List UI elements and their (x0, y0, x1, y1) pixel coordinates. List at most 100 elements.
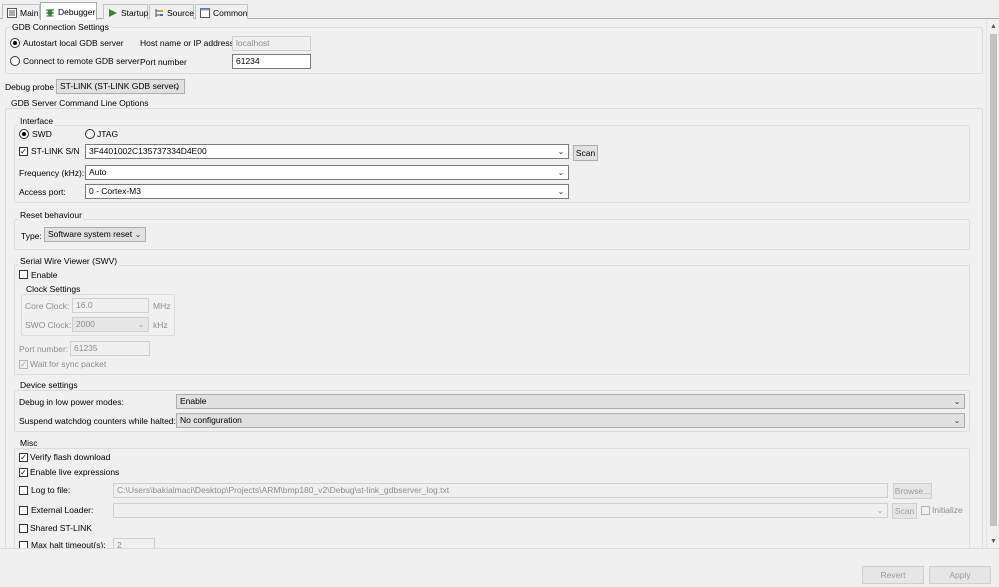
watchdog-select[interactable]: No configuration ⌄ (176, 413, 965, 428)
chevron-down-icon: ⌄ (173, 82, 181, 91)
swv-enable-label: Enable (31, 270, 58, 280)
low-power-select[interactable]: Enable ⌄ (176, 394, 965, 409)
max-halt-checkbox[interactable] (19, 541, 28, 548)
chevron-down-icon: ⌄ (557, 147, 565, 156)
browse-button[interactable]: Browse... (893, 483, 932, 499)
remote-radio[interactable] (10, 56, 20, 66)
low-power-label: Debug in low power modes: (19, 397, 124, 407)
shared-stlink-label: Shared ST-LINK (30, 523, 92, 533)
live-expressions-label: Enable live expressions (30, 467, 120, 477)
debug-probe-label: Debug probe (5, 82, 55, 92)
bottom-button-bar: Revert Apply (0, 548, 999, 587)
max-halt-label: Max halt timeout(s): (31, 540, 106, 548)
vertical-scrollbar[interactable]: ▲ ▼ (986, 20, 999, 548)
scrollbar-thumb[interactable] (990, 34, 997, 526)
reset-type-select[interactable]: Software system reset ⌄ (44, 227, 146, 242)
external-loader-select[interactable]: ⌄ (113, 503, 888, 518)
log-file-input[interactable]: C:\Users\bakialmaci\Desktop\Projects\ARM… (113, 483, 888, 498)
tab-common[interactable]: Common (195, 4, 248, 19)
clock-settings-title: Clock Settings (24, 284, 83, 294)
source-lookup-icon (154, 8, 164, 18)
access-port-label: Access port: (19, 187, 66, 197)
max-halt-input[interactable]: 2 (113, 538, 155, 548)
scroll-up-icon[interactable]: ▲ (987, 20, 999, 33)
port-input[interactable]: 61234 (232, 54, 311, 69)
tab-label: Debugger (58, 7, 96, 17)
chevron-down-icon: ⌄ (953, 397, 961, 406)
chevron-down-icon: ⌄ (134, 230, 142, 239)
tab-debugger[interactable]: Debugger (40, 2, 97, 20)
external-loader-label: External Loader: (31, 505, 94, 515)
frequency-label: Frequency (kHz): (19, 168, 85, 178)
interface-title: Interface (18, 116, 56, 126)
swd-label: SWD (32, 129, 52, 139)
access-port-value: 0 - Cortex-M3 (89, 186, 141, 196)
tab-source[interactable]: Source (149, 4, 194, 19)
tab-label: Startup (121, 7, 149, 18)
chevron-down-icon: ⌄ (953, 416, 961, 425)
log-to-file-label: Log to file: (31, 485, 71, 495)
stlink-sn-checkbox[interactable]: ✓ (19, 147, 28, 156)
tab-bar: Main Debugger Startup Source Common (0, 0, 999, 20)
tab-label: Common (213, 7, 248, 18)
wait-sync-label: Wait for sync packet (30, 359, 107, 369)
misc-title: Misc (18, 438, 40, 448)
tab-main[interactable]: Main (2, 4, 40, 19)
swv-port-label: Port number: (19, 344, 69, 354)
chevron-down-icon: ⌄ (137, 320, 145, 329)
remote-label: Connect to remote GDB server (23, 56, 140, 66)
main-tab-icon (7, 7, 17, 18)
chevron-down-icon: ⌄ (876, 506, 884, 515)
log-to-file-checkbox[interactable] (19, 486, 28, 495)
stlink-scan-button[interactable]: Scan (573, 145, 598, 161)
external-loader-scan-button[interactable]: Scan (892, 503, 917, 519)
scroll-down-icon[interactable]: ▼ (987, 535, 999, 548)
swd-radio[interactable] (19, 129, 29, 139)
swo-clock-select[interactable]: 2000 ⌄ (72, 317, 149, 332)
swv-title: Serial Wire Viewer (SWV) (18, 256, 120, 266)
swv-enable-checkbox[interactable] (19, 270, 28, 279)
external-loader-checkbox[interactable] (19, 506, 28, 515)
device-settings-title: Device settings (18, 380, 80, 390)
debugger-tab-content: GDB Connection Settings Autostart local … (3, 20, 986, 548)
debug-probe-select[interactable]: ST-LINK (ST-LINK GDB server) ⌄ (56, 79, 185, 94)
jtag-radio[interactable] (85, 129, 95, 139)
stlink-sn-value: 3F4401002C135737334D4E00 (89, 146, 207, 156)
core-clock-input[interactable]: 16.0 (72, 298, 149, 313)
debug-probe-value: ST-LINK (ST-LINK GDB server) (60, 81, 180, 91)
chevron-down-icon: ⌄ (557, 168, 565, 177)
swo-clock-label: SWO Clock: (25, 320, 72, 330)
shared-stlink-checkbox[interactable] (19, 524, 28, 533)
host-input[interactable]: localhost (232, 36, 311, 51)
verify-flash-checkbox[interactable]: ✓ (19, 453, 28, 462)
watchdog-label: Suspend watchdog counters while halted: (19, 416, 176, 426)
frequency-value: Auto (89, 167, 107, 177)
reset-group (14, 219, 970, 250)
gdb-connection-title: GDB Connection Settings (10, 22, 111, 32)
tab-startup[interactable]: Startup (103, 4, 148, 19)
port-label: Port number (140, 57, 187, 67)
autostart-radio[interactable] (10, 38, 20, 48)
swo-clock-unit: kHz (153, 320, 168, 330)
reset-title: Reset behaviour (18, 210, 84, 220)
wait-sync-checkbox[interactable]: ✓ (19, 360, 28, 369)
initialize-checkbox[interactable] (921, 506, 930, 515)
reset-type-value: Software system reset (48, 229, 133, 239)
startup-play-icon (108, 8, 118, 18)
access-port-select[interactable]: 0 - Cortex-M3 ⌄ (85, 184, 569, 199)
verify-flash-label: Verify flash download (30, 452, 111, 462)
live-expressions-checkbox[interactable]: ✓ (19, 468, 28, 477)
watchdog-value: No configuration (180, 415, 242, 425)
frequency-select[interactable]: Auto ⌄ (85, 165, 569, 180)
chevron-down-icon: ⌄ (557, 187, 565, 196)
common-page-icon (200, 7, 210, 18)
jtag-label: JTAG (97, 129, 119, 139)
swv-port-input[interactable]: 61235 (70, 341, 150, 356)
reset-type-label: Type: (21, 231, 42, 241)
revert-button[interactable]: Revert (862, 566, 924, 584)
apply-button[interactable]: Apply (929, 566, 991, 584)
stlink-sn-select[interactable]: 3F4401002C135737334D4E00 ⌄ (85, 144, 569, 159)
debugger-bug-icon (45, 7, 55, 17)
core-clock-label: Core Clock: (25, 301, 70, 311)
initialize-label: Initialize (932, 505, 963, 515)
